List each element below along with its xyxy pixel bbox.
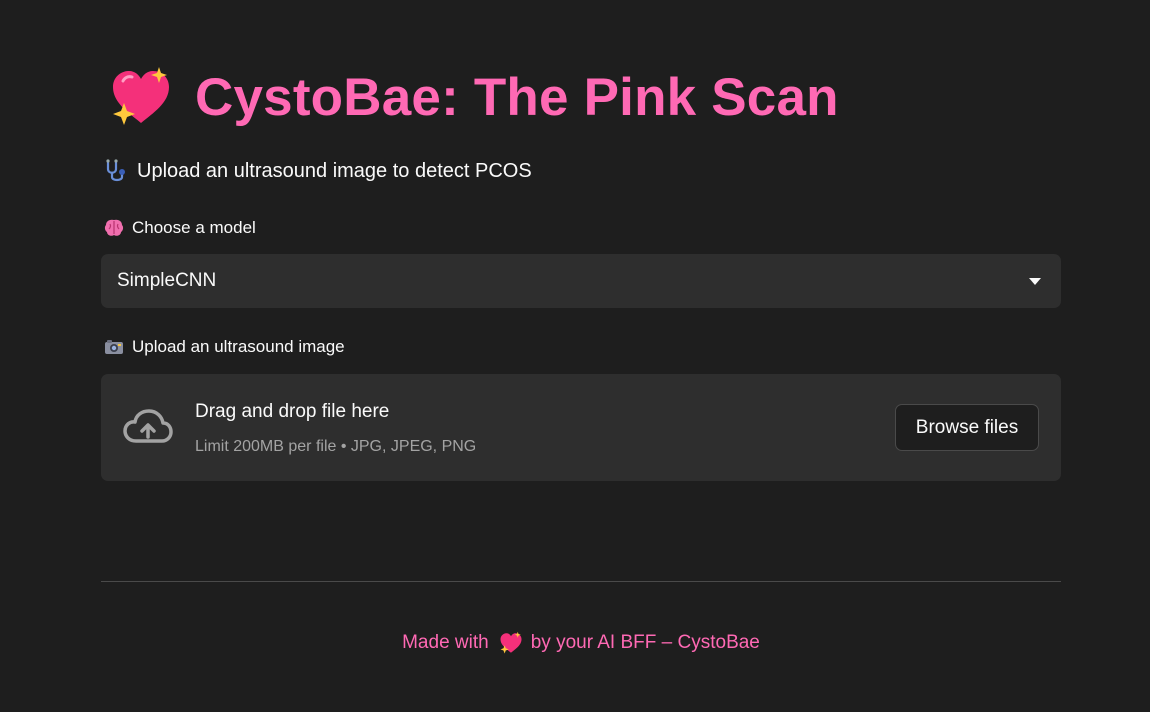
model-select-value: SimpleCNN — [117, 270, 217, 291]
brain-icon — [104, 219, 124, 236]
browse-files-button[interactable]: Browse files — [895, 404, 1039, 451]
dropzone-title: Drag and drop file here — [195, 401, 390, 422]
chevron-down-icon — [1029, 277, 1041, 285]
page-title: CystoBae: The Pink Scan — [195, 67, 839, 127]
model-select[interactable]: SimpleCNN — [101, 254, 1061, 308]
cloud-upload-icon — [123, 409, 173, 443]
footer-text-after: by your AI BFF – CystoBae — [530, 632, 760, 653]
footer: Made with by your AI BFF – CystoBae — [101, 628, 1061, 658]
page-subtitle: Upload an ultrasound image to detect PCO… — [137, 159, 532, 182]
subtitle-row: Upload an ultrasound image to detect PCO… — [103, 157, 532, 185]
dropzone-limit-text: Limit 200MB per file • JPG, JPEG, PNG — [195, 438, 477, 455]
model-select-label: Choose a model — [132, 218, 256, 237]
sparkling-heart-icon — [113, 67, 169, 125]
divider — [101, 581, 1061, 582]
file-dropzone[interactable]: Drag and drop file here Limit 200MB per … — [101, 374, 1061, 481]
page-title-row: CystoBae: The Pink Scan — [109, 62, 839, 132]
sparkling-heart-icon — [500, 631, 522, 654]
footer-text-before: Made with — [402, 632, 489, 653]
app-page: CystoBae: The Pink Scan Upload an ultras… — [0, 0, 1150, 712]
uploader-label: Upload an ultrasound image — [132, 337, 345, 356]
model-select-label-row: Choose a model — [103, 216, 256, 240]
stethoscope-icon — [106, 159, 125, 182]
uploader-label-row: Upload an ultrasound image — [103, 335, 345, 359]
camera-icon — [105, 340, 123, 354]
